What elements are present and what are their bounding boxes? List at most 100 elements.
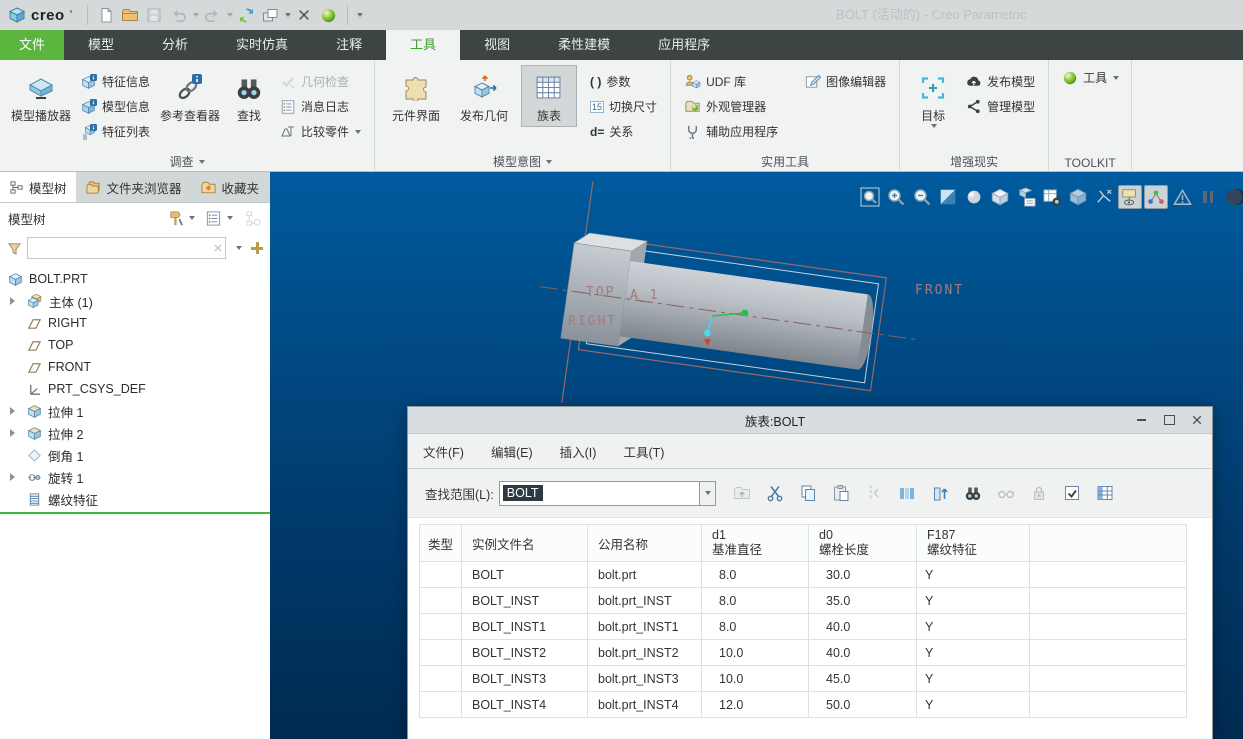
regenerate-button[interactable]	[236, 5, 257, 26]
tab-flexible-modeling[interactable]: 柔性建模	[534, 30, 634, 60]
tab-annotate[interactable]: 注释	[312, 30, 386, 60]
tab-model[interactable]: 模型	[64, 30, 138, 60]
find-instance-button[interactable]	[963, 483, 983, 503]
tab-applications[interactable]: 应用程序	[634, 30, 734, 60]
manage-models-button[interactable]: 管理模型	[962, 96, 1038, 117]
publish-geometry-button[interactable]: 发布几何	[453, 65, 515, 123]
appearance-manager-button[interactable]: 外观管理器	[681, 96, 781, 117]
expand-arrow-icon[interactable]	[10, 407, 15, 415]
datum-label-front[interactable]: FRONT	[915, 283, 964, 298]
tree-item-revolve-1[interactable]: 旋转 1	[0, 466, 270, 488]
window-dropdown-icon[interactable]	[285, 13, 291, 17]
add-filter-icon[interactable]	[251, 242, 263, 254]
menu-edit[interactable]: 编辑(E)	[491, 442, 533, 461]
expand-arrow-icon[interactable]	[10, 297, 15, 305]
edit-column-button[interactable]	[930, 483, 950, 503]
open-file-button[interactable]	[120, 5, 141, 26]
axis-label-a1[interactable]: A_1	[630, 288, 659, 303]
view-manager-button[interactable]	[1040, 185, 1064, 209]
minimize-button[interactable]	[1134, 413, 1148, 427]
image-editor-button[interactable]: 图像编辑器	[801, 71, 889, 92]
datum-label-top[interactable]: TOP	[586, 285, 615, 300]
tree-item-body[interactable]: 主体 (1)	[0, 290, 270, 312]
maximize-button[interactable]	[1162, 413, 1176, 427]
new-file-button[interactable]	[96, 5, 117, 26]
paste-button[interactable]	[831, 483, 851, 503]
spin-center-button[interactable]	[1144, 185, 1168, 209]
window-switch-button[interactable]	[260, 5, 281, 26]
component-interface-button[interactable]: 元件界面	[385, 65, 447, 123]
pause-button[interactable]	[1196, 185, 1220, 209]
tab-tools[interactable]: 工具	[386, 30, 460, 60]
toolkit-sphere-icon[interactable]	[318, 5, 339, 26]
model-player-button[interactable]: 模型播放器	[10, 65, 72, 123]
annotation-display-button[interactable]	[1118, 185, 1142, 209]
tab-view[interactable]: 视图	[460, 30, 534, 60]
table-row[interactable]: BOLT_INST bolt.prt_INST 8.0 35.0 Y	[420, 588, 1187, 614]
expand-arrow-icon[interactable]	[10, 473, 15, 481]
zoom-out-button[interactable]	[910, 185, 934, 209]
undo-dropdown-icon[interactable]	[193, 13, 199, 17]
tree-item-top-plane[interactable]: TOP	[0, 334, 270, 356]
zoom-in-button[interactable]	[884, 185, 908, 209]
group-label-model-intent[interactable]: 模型意图	[375, 153, 670, 170]
save-button[interactable]	[144, 5, 165, 26]
simulate-warning-button[interactable]	[1170, 185, 1194, 209]
copy-button[interactable]	[798, 483, 818, 503]
tree-display-options-icon[interactable]	[205, 210, 222, 227]
col-header-instance-name[interactable]: 实例文件名	[462, 525, 588, 562]
tab-live-simulation[interactable]: 实时仿真	[212, 30, 312, 60]
perspective-button[interactable]	[1066, 185, 1090, 209]
table-row[interactable]: BOLT_INST1 bolt.prt_INST1 8.0 40.0 Y	[420, 614, 1187, 640]
insert-column-button[interactable]	[897, 483, 917, 503]
reference-viewer-button[interactable]: 参考查看器	[159, 65, 221, 123]
tree-item-extrude-2[interactable]: 拉伸 2	[0, 422, 270, 444]
clipped-toolbar-button[interactable]	[1222, 185, 1243, 209]
compare-parts-button[interactable]: 比较零件	[277, 121, 364, 142]
filter-funnel-icon[interactable]	[7, 241, 22, 256]
tree-item-extrude-1[interactable]: 拉伸 1	[0, 400, 270, 422]
undo-button[interactable]	[168, 5, 189, 26]
chevron-down-icon[interactable]	[1113, 76, 1119, 80]
tree-item-front-plane[interactable]: FRONT	[0, 356, 270, 378]
table-row[interactable]: BOLT_INST4 bolt.prt_INST4 12.0 50.0 Y	[420, 692, 1187, 718]
redo-button[interactable]	[202, 5, 223, 26]
col-header-common-name[interactable]: 公用名称	[588, 525, 702, 562]
redo-dropdown-icon[interactable]	[227, 13, 233, 17]
auxiliary-applications-button[interactable]: 辅助应用程序	[681, 121, 781, 142]
look-in-combobox[interactable]: BOLT	[499, 481, 700, 506]
chevron-down-icon[interactable]	[227, 216, 233, 220]
verify-instances-button[interactable]	[1062, 483, 1082, 503]
model-info-button[interactable]: 模型信息	[78, 96, 153, 117]
publish-model-button[interactable]: 发布模型	[962, 71, 1038, 92]
tree-settings-icon[interactable]	[167, 210, 184, 227]
repaint-button[interactable]	[936, 185, 960, 209]
datum-display-filters-button[interactable]	[1092, 185, 1116, 209]
tab-model-tree[interactable]: 模型树	[0, 172, 76, 202]
group-label-investigate[interactable]: 调查	[0, 153, 374, 170]
switch-dimensions-button[interactable]: 15 切换尺寸	[587, 96, 660, 117]
table-row[interactable]: BOLT_INST3 bolt.prt_INST3 10.0 45.0 Y	[420, 666, 1187, 692]
menu-insert[interactable]: 插入(I)	[560, 442, 597, 461]
col-header-d1[interactable]: d1基准直径	[702, 525, 809, 562]
zoom-fit-button[interactable]	[858, 185, 882, 209]
clear-filter-icon[interactable]	[211, 241, 225, 255]
family-table-button[interactable]: 族表	[521, 65, 577, 127]
close-button[interactable]	[1190, 413, 1204, 427]
shading-style-button[interactable]	[962, 185, 986, 209]
menu-file[interactable]: 文件(F)	[423, 442, 464, 461]
parameters-button[interactable]: ( ) 参数	[587, 71, 660, 92]
feature-list-button[interactable]: 特征列表	[78, 121, 153, 142]
customize-toolbar-dropdown-icon[interactable]	[357, 13, 363, 17]
target-button[interactable]: 目标	[910, 65, 956, 128]
datum-label-right[interactable]: RIGHT	[568, 314, 617, 329]
cut-button[interactable]	[765, 483, 785, 503]
dialog-title-bar[interactable]: 族表:BOLT	[408, 407, 1212, 434]
chevron-down-icon[interactable]	[189, 216, 195, 220]
toolkit-tools-button[interactable]: 工具	[1059, 67, 1122, 88]
tree-item-chamfer-1[interactable]: 倒角 1	[0, 444, 270, 466]
tab-favorites[interactable]: 收藏夹	[191, 172, 269, 202]
tree-item-right-plane[interactable]: RIGHT	[0, 312, 270, 334]
menu-tools[interactable]: 工具(T)	[623, 442, 664, 461]
chevron-down-icon[interactable]	[355, 130, 361, 134]
